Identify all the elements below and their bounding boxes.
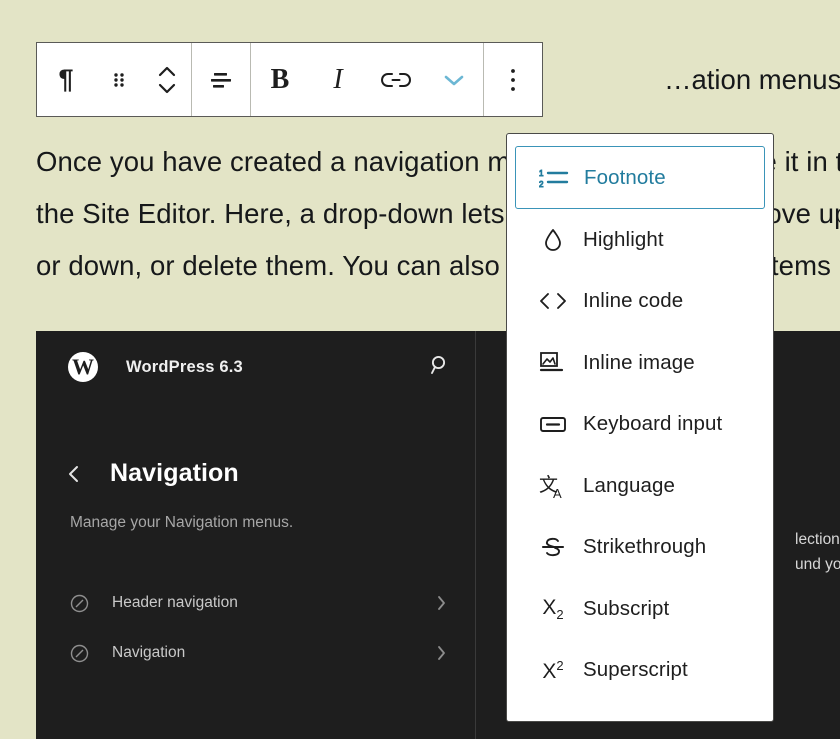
- svg-text:1: 1: [539, 169, 544, 178]
- subscript-icon: X2: [542, 595, 564, 622]
- drag-handle-button[interactable]: [95, 43, 143, 116]
- chevron-left-icon[interactable]: [66, 463, 92, 485]
- align-text-icon: [208, 69, 234, 91]
- menu-item-inline-image[interactable]: Inline image: [515, 332, 765, 394]
- article-line-above: …ation menus.: [664, 64, 840, 95]
- strikethrough-icon: [533, 532, 573, 562]
- menu-item-footnote[interactable]: 1 2 Footnote: [515, 146, 765, 209]
- page-subtitle: Manage your Navigation menus.: [70, 514, 294, 531]
- wp-topbar: W WordPress 6.3: [36, 331, 475, 403]
- search-icon[interactable]: [429, 354, 451, 381]
- formatting-dropdown-menu: 1 2 Footnote Highlight Inline code Inlin…: [506, 133, 774, 722]
- options-button[interactable]: [484, 43, 542, 116]
- toolbar-group-align: [192, 43, 250, 116]
- numbered-list-icon: 1 2: [534, 163, 574, 193]
- menu-item-label: Superscript: [583, 658, 688, 682]
- align-text-button[interactable]: [192, 43, 250, 116]
- link-icon: [381, 70, 411, 90]
- menu-item-strikethrough[interactable]: Strikethrough: [515, 517, 765, 579]
- menu-item-highlight[interactable]: Highlight: [515, 209, 765, 271]
- menu-item-label: Subscript: [583, 596, 670, 620]
- inline-image-icon: [533, 348, 573, 378]
- droplet-icon: [533, 225, 573, 255]
- italic-button[interactable]: I: [309, 43, 367, 116]
- chevron-right-icon: [435, 644, 447, 662]
- menu-item-label: Inline code: [583, 289, 684, 313]
- wordpress-logo-icon[interactable]: W: [68, 352, 98, 382]
- toolbar-group-options: [484, 43, 542, 116]
- link-button[interactable]: [367, 43, 425, 116]
- italic-icon: I: [333, 63, 343, 95]
- navigation-circle-icon: [70, 644, 90, 663]
- wp-sidebar-panel: W WordPress 6.3 Navigation Manage your N…: [36, 331, 476, 739]
- angle-brackets-icon: [533, 286, 573, 316]
- wp-right-text-line-1: lection o: [795, 531, 840, 548]
- list-item[interactable]: Navigation: [36, 628, 475, 678]
- menu-item-label: Strikethrough: [583, 535, 707, 559]
- translate-icon: 文 A: [533, 471, 573, 501]
- superscript-icon: X2: [542, 657, 564, 683]
- paragraph-icon: ¶: [58, 64, 74, 94]
- more-formatting-button[interactable]: [425, 43, 483, 116]
- list-item-label: Navigation: [112, 644, 186, 661]
- bold-button[interactable]: B: [251, 43, 309, 116]
- list-item-label: Header navigation: [112, 594, 238, 611]
- screenshot-root: …ation menus. Once you have created a na…: [0, 0, 840, 739]
- navigation-circle-icon: [70, 594, 90, 613]
- chevron-right-icon: [435, 594, 447, 612]
- toolbar-group-format: B I: [251, 43, 483, 116]
- svg-text:A: A: [553, 486, 562, 500]
- wp-brand-label: WordPress 6.3: [126, 357, 243, 376]
- menu-item-label: Footnote: [584, 165, 666, 189]
- svg-text:2: 2: [539, 180, 544, 189]
- menu-item-label: Highlight: [583, 227, 664, 251]
- menu-item-superscript[interactable]: X2 Superscript: [515, 640, 765, 702]
- move-up-down-button[interactable]: [143, 43, 191, 116]
- menu-item-language[interactable]: 文 A Language: [515, 455, 765, 517]
- menu-item-keyboard-input[interactable]: Keyboard input: [515, 394, 765, 456]
- chevron-up-down-icon: [156, 63, 178, 97]
- chevron-down-icon: [442, 72, 466, 88]
- three-dots-vertical-icon: [509, 67, 517, 93]
- drag-handle-icon: [111, 69, 127, 91]
- menu-item-label: Language: [583, 473, 676, 497]
- menu-item-subscript[interactable]: X2 Subscript: [515, 578, 765, 640]
- menu-item-label: Keyboard input: [583, 412, 723, 436]
- page-title: Navigation: [110, 459, 239, 487]
- menu-item-label: Inline image: [583, 350, 695, 374]
- list-item[interactable]: Header navigation: [36, 578, 475, 628]
- bold-icon: B: [270, 63, 290, 95]
- toolbar-group-block: ¶: [37, 43, 191, 116]
- paragraph-block-type-button[interactable]: ¶: [37, 43, 95, 116]
- wp-page-header: Navigation: [36, 403, 475, 488]
- wp-right-text-line-2: und your: [795, 556, 840, 573]
- keyboard-input-icon: [533, 409, 573, 439]
- block-toolbar: ¶ B I: [36, 42, 543, 117]
- wp-right-text: lection o und your: [795, 527, 840, 577]
- menu-item-inline-code[interactable]: Inline code: [515, 271, 765, 333]
- wp-navigation-list: Header navigation Navigation: [36, 578, 475, 678]
